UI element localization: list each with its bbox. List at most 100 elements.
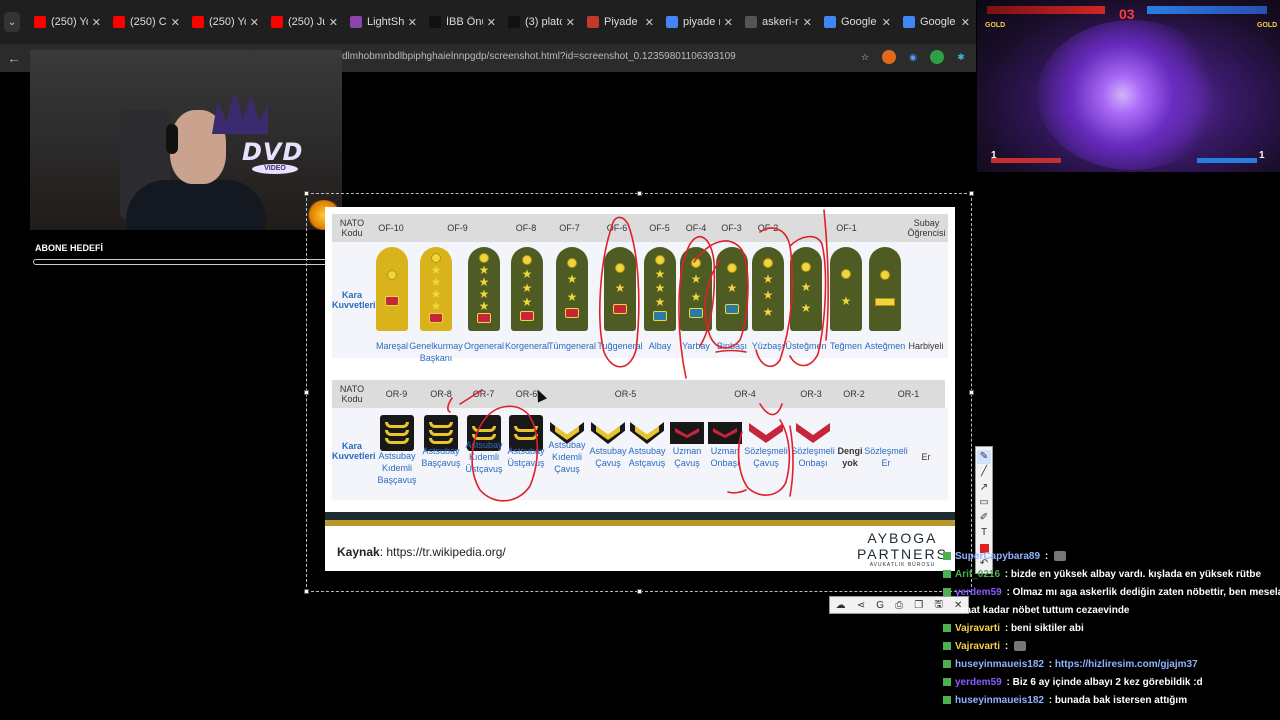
tab-close-icon[interactable]: ✕ <box>882 16 891 29</box>
star-icon: ★ <box>690 289 702 304</box>
game-feed: 03 GOLD GOLD 1 1 <box>977 0 1280 172</box>
star-icon: ★ <box>762 288 774 303</box>
browser-tab[interactable]: (250) Jug ✕ <box>265 7 344 37</box>
chat-username[interactable]: Vajravarti <box>955 623 1000 634</box>
feather-icon <box>350 16 362 28</box>
chevron-stripe <box>514 434 538 440</box>
chat-message: yerdem59 : Biz 6 ay içinde albayı 2 kez … <box>940 674 1280 692</box>
extension-icon[interactable] <box>930 50 944 64</box>
address-bar-icons: ☆ ◉ ✱ <box>858 50 968 64</box>
browser-tab[interactable]: Piyade S ✕ <box>581 7 660 37</box>
button-icon <box>727 262 737 273</box>
extension-icon[interactable] <box>882 50 896 64</box>
badge-icon <box>943 678 951 687</box>
tab-close-icon[interactable]: ✕ <box>171 16 180 29</box>
rank-name-link[interactable]: Sözleşmeli Çavuş <box>740 445 792 469</box>
tab-close-icon[interactable]: ✕ <box>408 16 417 29</box>
bookmark-star-icon[interactable]: ☆ <box>858 50 872 64</box>
url-text[interactable]: dlmhobmnbdlbpiphghaielnnpgdp/screenshot.… <box>342 51 736 62</box>
upload-icon[interactable]: ☁ <box>836 600 846 611</box>
tab-close-icon[interactable]: ✕ <box>645 16 654 29</box>
button-icon <box>841 269 851 279</box>
browser-tab[interactable]: (250) You ✕ <box>186 7 265 37</box>
chat-username[interactable]: yerdem59 <box>955 587 1002 598</box>
browser-tab[interactable]: İBB Önün ✕ <box>423 7 502 37</box>
tab-close-icon[interactable]: ✕ <box>566 16 575 29</box>
resize-handle[interactable] <box>637 589 642 594</box>
nato-code-cell: OF-1 <box>788 214 905 242</box>
google-search-icon[interactable]: G <box>876 600 884 611</box>
tab-label: İBB Önün <box>446 16 483 28</box>
chat-username[interactable]: huseyinmaueis182 <box>955 659 1044 670</box>
rectangle-icon[interactable]: ▭ <box>977 495 991 509</box>
browser-tab[interactable]: (3) platc ✕ <box>502 7 581 37</box>
print-icon[interactable]: ⎙ <box>895 600 903 611</box>
chat-username[interactable]: Vajravarti <box>955 641 1000 652</box>
chat-username[interactable]: Arif_0216 <box>955 569 1000 580</box>
player2-rank: GOLD <box>1257 22 1278 29</box>
chat-separator: : <box>1002 623 1011 634</box>
resize-handle[interactable] <box>969 390 974 395</box>
tab-close-icon[interactable]: ✕ <box>329 16 338 29</box>
tab-close-icon[interactable]: ✕ <box>487 16 496 29</box>
badge-icon <box>943 624 951 633</box>
resize-handle[interactable] <box>637 191 642 196</box>
chat-link[interactable]: https://hizliresim.com/gjajm37 <box>1055 659 1198 670</box>
tab-search-button[interactable]: ⌄ <box>4 12 20 32</box>
browser-tab[interactable]: (250) You ✕ <box>28 7 107 37</box>
shoulder-board-icon: ★ ★ ★ ★ <box>420 247 452 331</box>
emblem-icon <box>689 307 703 318</box>
rank-name-link: Harbiyeli <box>908 341 944 351</box>
tab-close-icon[interactable]: ✕ <box>724 16 733 29</box>
chat-separator: : <box>1045 695 1055 706</box>
shoulder-board-icon: ★ <box>604 247 636 331</box>
tab-close-icon[interactable]: ✕ <box>250 16 259 29</box>
resize-handle[interactable] <box>304 390 309 395</box>
browser-tab[interactable]: Google ✕ <box>818 7 897 37</box>
extension-icon[interactable]: ◉ <box>906 50 920 64</box>
chat-username[interactable]: SuperCapybara89 <box>955 551 1040 562</box>
extension-icon[interactable]: ✱ <box>954 50 968 64</box>
browser-tab[interactable]: LightSho ✕ <box>344 7 423 37</box>
browser-tab[interactable]: (250) Cat ✕ <box>107 7 186 37</box>
resize-handle[interactable] <box>304 191 309 196</box>
tab-close-icon[interactable]: ✕ <box>803 16 812 29</box>
player1-rank: GOLD <box>985 22 1006 29</box>
stream-chat: SuperCapybara89 : Arif_0216 : bizde en y… <box>940 548 1280 710</box>
star-icon: ★ <box>430 287 442 302</box>
arrow-icon[interactable]: ↗ <box>977 480 991 494</box>
text-icon[interactable]: T <box>977 526 991 540</box>
chevron-patch-icon <box>380 415 414 451</box>
star-icon: ★ <box>566 289 578 304</box>
star-icon: ★ <box>800 280 812 294</box>
browser-tab-bar: ⌄ (250) You✕(250) Cat✕(250) You✕(250) Ju… <box>0 0 976 44</box>
tab-close-icon[interactable]: ✕ <box>961 16 970 29</box>
chat-text: bunada bak istersen attığım <box>1054 695 1188 706</box>
tab-close-icon[interactable]: ✕ <box>92 16 101 29</box>
tab-label: Google <box>841 16 877 28</box>
row-label: Kara Kuvvetleri <box>332 441 376 461</box>
share-icon[interactable]: ⋖ <box>857 600 865 611</box>
webcam-feed: DVD VIDEO <box>30 50 342 230</box>
browser-tab[interactable]: piyade r ✕ <box>660 7 739 37</box>
chat-username[interactable]: huseyinmaueis182 <box>955 695 1044 706</box>
emote-icon <box>1053 551 1066 562</box>
resize-handle[interactable] <box>969 191 974 196</box>
chat-username[interactable]: yerdem59 <box>955 677 1002 688</box>
browser-tab[interactable]: Google ✕ <box>897 7 976 37</box>
chat-message: Vajravarti : beni siktiler abi <box>940 620 1280 638</box>
back-button[interactable]: ← <box>0 50 28 66</box>
button-icon <box>691 258 701 269</box>
button-icon <box>763 257 773 268</box>
footer-gold-bar <box>325 520 955 526</box>
pen-icon[interactable]: ✎ <box>977 449 991 464</box>
emote-icon <box>1013 641 1026 652</box>
tab-label: (250) Cat <box>130 16 167 28</box>
marker-icon[interactable]: ✐ <box>977 511 991 525</box>
resize-handle[interactable] <box>304 589 309 594</box>
chat-text: bizde en yüksek albay vardı. kışlada en … <box>1010 569 1262 580</box>
line-icon[interactable]: ╱ <box>977 465 991 479</box>
browser-tab[interactable]: askeri-r ✕ <box>739 7 818 37</box>
copy-icon[interactable]: ❐ <box>914 600 923 611</box>
shoulder-board-icon: ★ ★ ★ <box>644 247 676 331</box>
